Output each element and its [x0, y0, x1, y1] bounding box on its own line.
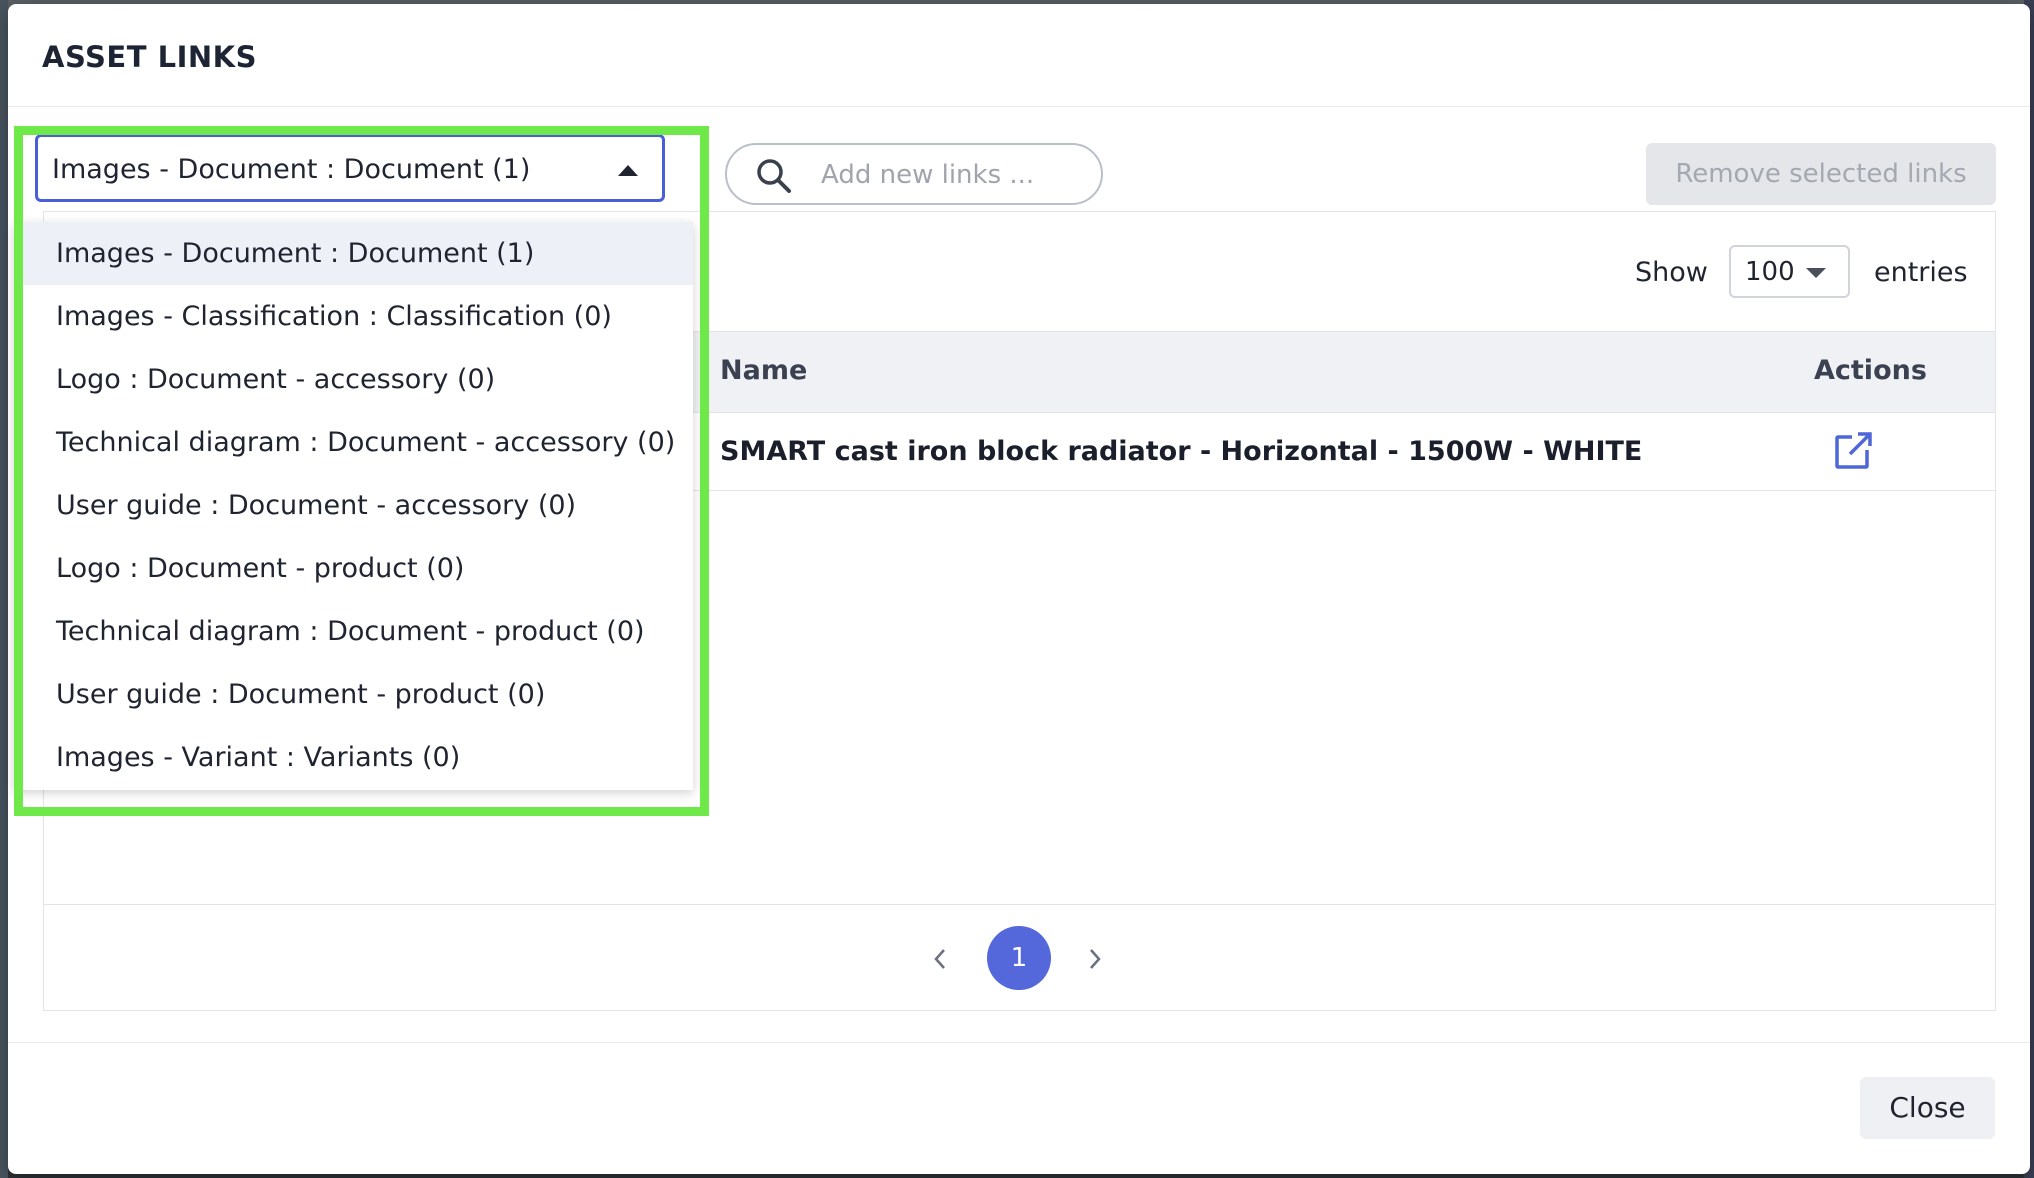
show-label: Show [1635, 257, 1708, 288]
backdrop-edge-left [0, 0, 8, 1178]
chevron-up-icon [618, 165, 638, 176]
search-input[interactable] [819, 155, 1083, 195]
chevron-down-icon [1806, 268, 1826, 278]
link-type-selected-value: Images - Document : Document (1) [52, 154, 531, 185]
pagination-divider [44, 904, 1995, 905]
link-type-option[interactable]: Images - Classification : Classification… [14, 285, 693, 348]
modal-title: ASSET LINKS [42, 40, 257, 74]
open-external-icon[interactable] [1834, 430, 1874, 470]
pagination-page-button[interactable]: 1 [987, 926, 1051, 990]
column-header-actions: Actions [1814, 355, 1927, 386]
link-type-option[interactable]: Images - Document : Document (1) [14, 222, 693, 285]
page-size-select[interactable]: 100 [1729, 245, 1850, 298]
page-size-value: 100 [1745, 257, 1795, 287]
link-type-option[interactable]: User guide : Document - product (0) [14, 663, 693, 726]
footer-divider [8, 1042, 2030, 1043]
search-icon [757, 159, 791, 193]
link-type-option[interactable]: Images - Variant : Variants (0) [14, 726, 693, 789]
link-type-option[interactable]: Technical diagram : Document - accessory… [14, 411, 693, 474]
link-type-option[interactable]: User guide : Document - accessory (0) [14, 474, 693, 537]
chevron-right-icon[interactable] [1083, 944, 1107, 974]
link-type-select[interactable]: Images - Document : Document (1) [35, 134, 665, 202]
modal-header: ASSET LINKS [8, 4, 2030, 107]
link-type-option[interactable]: Logo : Document - product (0) [14, 537, 693, 600]
entries-label: entries [1874, 257, 1968, 288]
chevron-left-icon[interactable] [928, 944, 952, 974]
add-links-search[interactable] [725, 143, 1103, 205]
row-name-cell: SMART cast iron block radiator - Horizon… [720, 436, 1643, 467]
link-type-option[interactable]: Technical diagram : Document - product (… [14, 600, 693, 663]
link-type-option[interactable]: Logo : Document - accessory (0) [14, 348, 693, 411]
close-button[interactable]: Close [1860, 1077, 1995, 1139]
column-header-name[interactable]: Name [720, 355, 807, 386]
link-type-options-list: Images - Document : Document (1) Images … [14, 222, 693, 790]
remove-selected-links-button[interactable]: Remove selected links [1646, 143, 1996, 205]
